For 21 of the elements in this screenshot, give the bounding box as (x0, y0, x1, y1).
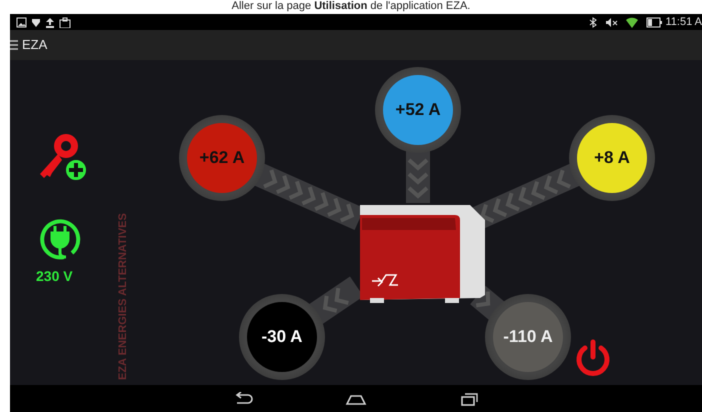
plug-icon[interactable] (38, 217, 82, 261)
back-icon[interactable] (233, 392, 255, 406)
caption: Aller sur la page Utilisation de l'application EZA. (230, 0, 472, 14)
mute-icon (604, 16, 618, 28)
battery-icon (646, 16, 662, 28)
watermark-text: EZA ENERGIES ALTERNATIVES (116, 213, 130, 380)
app-title: EZA (22, 36, 48, 54)
current-reading[interactable]: -110 A (493, 302, 563, 372)
upload-icon (45, 16, 55, 28)
image-icon (16, 16, 27, 28)
bag-icon (59, 16, 71, 28)
status-time: 11:51 A (666, 14, 702, 30)
current-reading[interactable]: +62 A (187, 123, 257, 193)
voltage-label: 230 V (36, 267, 73, 286)
menu-icon[interactable] (10, 40, 18, 50)
notification-icon (31, 16, 41, 28)
current-reading[interactable]: +8 A (577, 123, 647, 193)
current-reading[interactable]: -30 A (247, 302, 317, 372)
wifi-icon (626, 16, 638, 28)
bluetooth-icon (588, 16, 596, 28)
current-reading[interactable]: +52 A (383, 75, 453, 145)
